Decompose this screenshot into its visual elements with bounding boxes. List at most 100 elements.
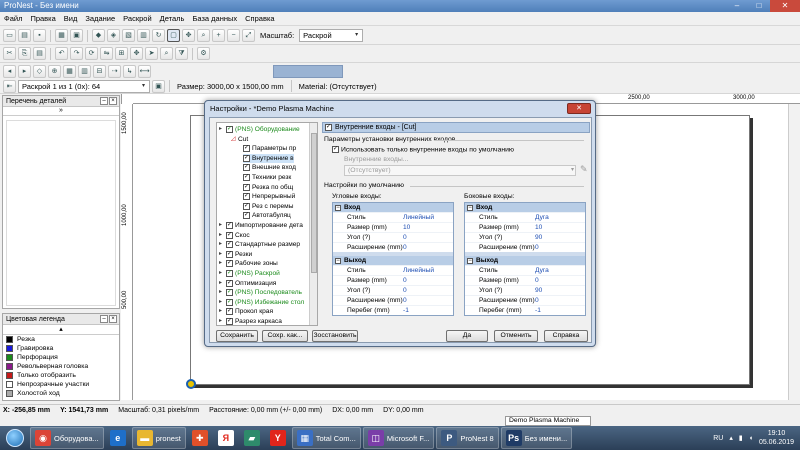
expand-arrow-icon[interactable]: ▸ bbox=[219, 288, 225, 297]
cursor-icon[interactable]: ➤ bbox=[145, 47, 158, 60]
volume-icon[interactable]: ◖ bbox=[749, 435, 753, 442]
expand-arrow-icon[interactable]: ▸ bbox=[219, 269, 225, 278]
cut-icon[interactable]: ✂ bbox=[3, 47, 16, 60]
taskbar-item[interactable]: Я bbox=[214, 427, 238, 449]
menu-job[interactable]: Задание bbox=[85, 14, 115, 23]
grid-row-value[interactable]: 90 bbox=[535, 233, 542, 242]
zoom-fit-icon[interactable]: ⤢ bbox=[242, 29, 255, 42]
taskbar-item[interactable]: P ProNest 8 bbox=[436, 427, 499, 449]
refresh-icon[interactable]: ↻ bbox=[152, 29, 165, 42]
tree-scroll-thumb[interactable] bbox=[311, 133, 317, 273]
grid-row-value[interactable]: 0 bbox=[403, 276, 407, 285]
expand-arrow-icon[interactable]: ▸ bbox=[219, 298, 225, 307]
collapse-icon[interactable]: − bbox=[335, 257, 341, 264]
inner-leads-select[interactable]: (Отсутствует) ▾ bbox=[344, 165, 576, 176]
tree-item[interactable]: ✓ Внутренние в bbox=[243, 153, 294, 163]
panel-minimize-icon[interactable]: – bbox=[100, 97, 108, 105]
grid-row[interactable]: Стиль Дуга bbox=[465, 265, 585, 275]
tree-scrollbar[interactable] bbox=[309, 123, 317, 325]
tree-item[interactable]: ✓ Рез с перемы bbox=[243, 202, 293, 211]
prev-icon[interactable]: ◂ bbox=[3, 65, 16, 78]
language-indicator[interactable]: RU bbox=[713, 435, 723, 442]
grid-row-value[interactable]: 10 bbox=[403, 223, 410, 232]
taskbar-item[interactable]: ✚ bbox=[188, 427, 212, 449]
tree-checkbox[interactable]: ✓ bbox=[226, 298, 233, 306]
grid-row[interactable]: Размер (mm) 10 bbox=[465, 222, 585, 232]
grid-row[interactable]: Перебег (mm) -1 bbox=[465, 305, 585, 315]
panel-close-icon[interactable]: × bbox=[109, 97, 117, 105]
taskbar-item[interactable]: Ps Без имени... bbox=[500, 427, 573, 449]
grid-row-value[interactable]: 0 bbox=[535, 276, 539, 285]
expand-arrow-icon[interactable]: ▸ bbox=[219, 125, 225, 134]
collapse-icon[interactable]: − bbox=[335, 204, 341, 211]
tree-checkbox[interactable]: ✓ bbox=[243, 174, 250, 181]
tree-item[interactable]: ▸ ✓ Оптимизация bbox=[219, 279, 276, 288]
grid-row-value[interactable]: 0 bbox=[535, 243, 539, 252]
expand-chevron-icon[interactable]: » bbox=[3, 107, 119, 116]
grid-row[interactable]: Угол (?) 0 bbox=[333, 232, 453, 242]
tree-checkbox[interactable]: ✓ bbox=[226, 308, 233, 316]
vertical-scrollbar[interactable] bbox=[788, 104, 800, 400]
tree-checkbox[interactable]: ✓ bbox=[243, 202, 250, 210]
grid-row-value[interactable]: Дуга bbox=[535, 266, 549, 275]
tree-checkbox[interactable]: ✓ bbox=[243, 212, 250, 220]
cancel-button[interactable]: Отменить bbox=[494, 330, 538, 342]
grid-section-header[interactable]: − Выход bbox=[465, 256, 585, 265]
gear-icon[interactable]: ⚙ bbox=[197, 47, 210, 60]
grid-row[interactable]: Угол (?) 90 bbox=[465, 232, 585, 242]
rotate-icon[interactable]: ⟳ bbox=[85, 47, 98, 60]
grid-row[interactable]: Размер (mm) 0 bbox=[465, 275, 585, 285]
grid-row[interactable]: Расширение (mm) 0 bbox=[465, 295, 585, 305]
tree-item[interactable]: ✓ Непрерывный bbox=[243, 192, 295, 201]
grid-row[interactable]: Перебег (mm) -1 bbox=[333, 305, 453, 315]
open-icon[interactable]: ▤ bbox=[18, 29, 31, 42]
save-button[interactable]: Сохранить bbox=[216, 330, 258, 342]
use-default-checkbox[interactable]: ✓ bbox=[332, 146, 339, 153]
grid-row-value[interactable]: Линейный bbox=[403, 213, 434, 222]
tool-icon[interactable]: ◇ bbox=[33, 65, 46, 78]
array-icon[interactable]: ▥ bbox=[78, 65, 91, 78]
filter-icon[interactable]: ⧩ bbox=[175, 47, 188, 60]
ok-button[interactable]: Да bbox=[446, 330, 488, 342]
menu-edit[interactable]: Правка bbox=[30, 14, 55, 23]
grid-row[interactable]: Размер (mm) 10 bbox=[333, 222, 453, 232]
tree-checkbox[interactable]: ✓ bbox=[226, 260, 233, 268]
menu-file[interactable]: Файл bbox=[4, 14, 22, 23]
collapse-icon[interactable]: − bbox=[467, 204, 473, 211]
tree-item[interactable]: ▸ ✓ (PNS) Раскрой bbox=[219, 269, 280, 278]
expand-arrow-icon[interactable]: ▸ bbox=[219, 279, 225, 288]
menu-part[interactable]: Деталь bbox=[160, 14, 185, 23]
help-button[interactable]: Справка bbox=[544, 330, 588, 342]
save-as-button[interactable]: Сохр. как... bbox=[262, 330, 308, 342]
copy-icon[interactable]: ⎘ bbox=[18, 47, 31, 60]
cluster-icon[interactable]: ▦ bbox=[63, 65, 76, 78]
tree-checkbox[interactable]: ✓ bbox=[226, 279, 233, 287]
grid-row[interactable]: Размер (mm) 0 bbox=[333, 275, 453, 285]
panel-close-icon[interactable]: × bbox=[109, 315, 117, 323]
panel-minimize-icon[interactable]: – bbox=[100, 315, 108, 323]
tree-item[interactable]: ▸ ✓ (PNS) Избежание стол bbox=[219, 298, 304, 307]
tree-item[interactable]: ✓ Параметры пр bbox=[243, 144, 296, 153]
menu-view[interactable]: Вид bbox=[64, 14, 78, 23]
bridge-icon[interactable]: ⊟ bbox=[93, 65, 106, 78]
expand-arrow-icon[interactable]: ▸ bbox=[219, 240, 225, 249]
minimize-button[interactable]: – bbox=[726, 0, 748, 12]
grid-row-value[interactable]: Дуга bbox=[535, 213, 549, 222]
collapse-chevron-icon[interactable]: ▴ bbox=[3, 325, 119, 335]
tree-checkbox[interactable]: ✓ bbox=[243, 193, 250, 201]
tree-checkbox[interactable]: ✓ bbox=[226, 270, 233, 277]
tree-item[interactable]: ✓ Внешние вход bbox=[243, 163, 296, 172]
grid-row[interactable]: Расширение (mm) 0 bbox=[333, 295, 453, 305]
tree-item[interactable]: ✓ Техники резк bbox=[243, 173, 291, 182]
scale-select[interactable]: Раскрой ▾ bbox=[299, 29, 364, 42]
expand-arrow-icon[interactable]: ▸ bbox=[219, 221, 225, 230]
pan-icon[interactable]: ✥ bbox=[182, 29, 195, 42]
maximize-button[interactable]: □ bbox=[748, 0, 770, 12]
plate-settings-icon[interactable]: ▣ bbox=[152, 79, 165, 93]
tree-checkbox[interactable]: ✓ bbox=[243, 154, 250, 162]
tree-item[interactable]: ▸ ✓ Рабочие зоны bbox=[219, 259, 278, 268]
zoom-in-icon[interactable]: + bbox=[212, 29, 225, 42]
lead-icon[interactable]: ↳ bbox=[123, 65, 136, 78]
tree-checkbox[interactable]: ✓ bbox=[226, 231, 233, 239]
grid-row-value[interactable]: -1 bbox=[535, 306, 541, 315]
